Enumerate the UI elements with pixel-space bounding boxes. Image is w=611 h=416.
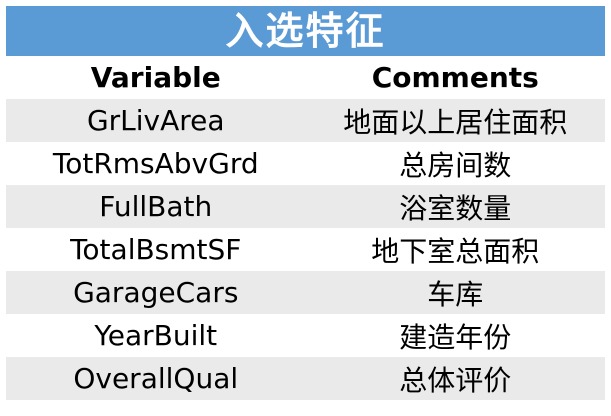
- cell-comment: 浴室数量: [305, 185, 605, 228]
- table-row: GrLivArea 地面以上居住面积: [6, 99, 605, 142]
- header-variable: Variable: [6, 56, 306, 99]
- cell-variable: TotRmsAbvGrd: [6, 142, 306, 185]
- table-row: FullBath 浴室数量: [6, 185, 605, 228]
- slide-title: 入选特征: [225, 9, 386, 53]
- cell-comment: 总体评价: [305, 357, 605, 400]
- cell-variable: GarageCars: [6, 271, 306, 314]
- cell-variable: FullBath: [6, 185, 306, 228]
- title-bar: 入选特征: [6, 6, 605, 56]
- cell-comment: 总房间数: [305, 142, 605, 185]
- cell-comment: 地面以上居住面积: [305, 99, 605, 142]
- cell-variable: GrLivArea: [6, 99, 306, 142]
- cell-comment: 建造年份: [305, 314, 605, 357]
- cell-variable: TotalBsmtSF: [6, 228, 306, 271]
- cell-comment: 地下室总面积: [305, 228, 605, 271]
- header-comments: Comments: [305, 56, 605, 99]
- cell-variable: OverallQual: [6, 357, 306, 400]
- features-table: Variable Comments GrLivArea 地面以上居住面积 Tot…: [6, 56, 605, 400]
- table-row: TotRmsAbvGrd 总房间数: [6, 142, 605, 185]
- table-row: GarageCars 车库: [6, 271, 605, 314]
- table-row: OverallQual 总体评价: [6, 357, 605, 400]
- table-row: TotalBsmtSF 地下室总面积: [6, 228, 605, 271]
- slide: 入选特征 Variable Comments GrLivArea 地面以上居住面…: [0, 0, 611, 416]
- cell-comment: 车库: [305, 271, 605, 314]
- table-row: YearBuilt 建造年份: [6, 314, 605, 357]
- cell-variable: YearBuilt: [6, 314, 306, 357]
- table-header-row: Variable Comments: [6, 56, 605, 99]
